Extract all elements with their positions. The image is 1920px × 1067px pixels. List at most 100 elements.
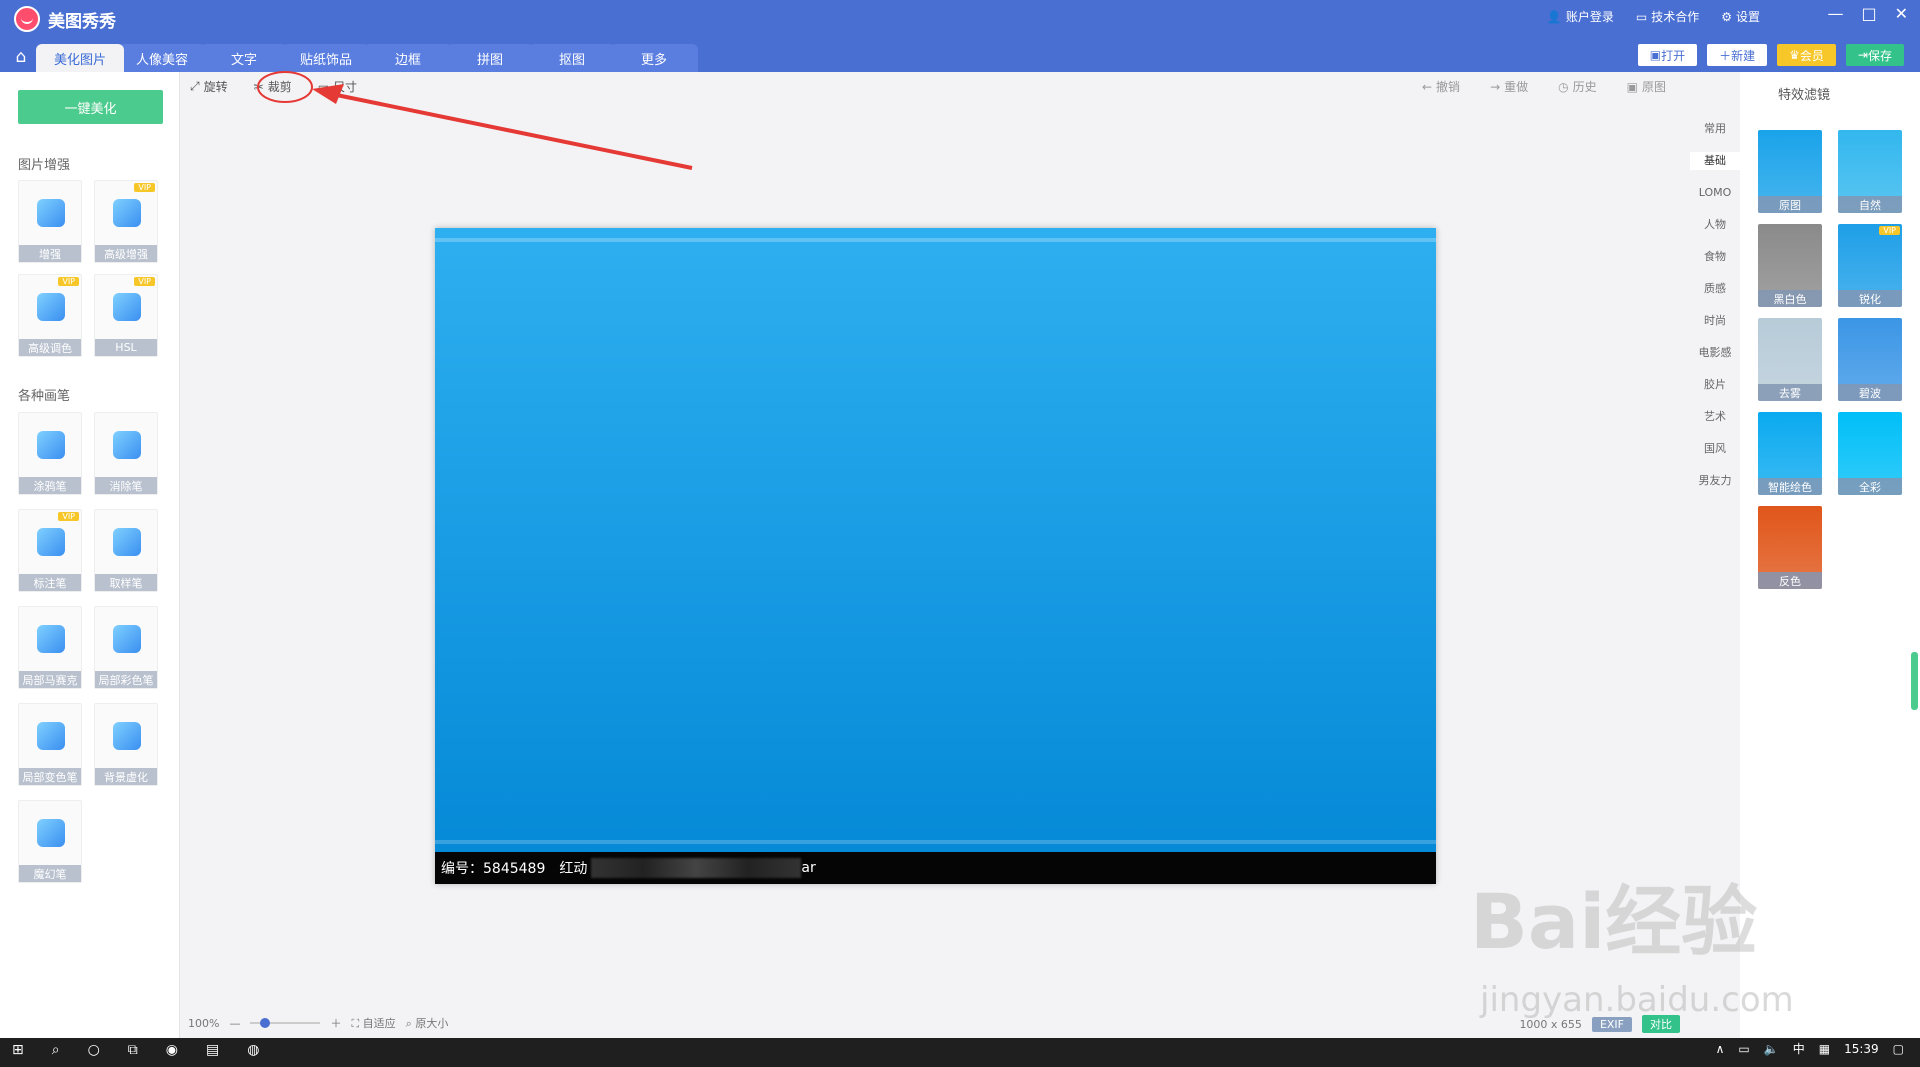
redo-button[interactable]: → 重做 <box>1490 78 1528 95</box>
tool-sparkle[interactable]: 高级增强 VIP <box>94 180 158 263</box>
palette-icon <box>37 293 65 321</box>
baidu-watermark-url: jingyan.baidu.com <box>1480 980 1794 1020</box>
open-button[interactable]: ▣ 打开 <box>1637 44 1698 66</box>
one-key-beautify-button[interactable]: 一键美化 <box>18 90 163 124</box>
tool-palette[interactable]: 高级调色 VIP <box>18 274 82 357</box>
tab-border[interactable]: 边框 <box>364 44 452 72</box>
tool-sampler[interactable]: 取样笔 <box>94 509 158 592</box>
rotate-button[interactable]: ⤢ 旋转 <box>190 78 228 95</box>
original-button[interactable]: ▣ 原图 <box>1627 78 1666 95</box>
tool-brush[interactable]: 涂鸦笔 <box>18 412 82 495</box>
tool-recolor-pen[interactable]: 局部变色笔 <box>18 703 82 786</box>
filter-tile[interactable]: 去雾 <box>1758 318 1822 401</box>
tool-blur[interactable]: 背景虚化 <box>94 703 158 786</box>
minimize-icon[interactable]: — <box>1827 4 1843 23</box>
filter-scrollbar[interactable] <box>1911 652 1918 710</box>
filter-tile[interactable]: 智能绘色 <box>1758 412 1822 495</box>
tab-portrait[interactable]: 人像美容 <box>118 44 206 72</box>
filter-category-item[interactable]: 时尚 <box>1690 312 1740 330</box>
search-icon[interactable]: ⌕ <box>52 1042 60 1058</box>
tool-eraser[interactable]: 消除笔 <box>94 412 158 495</box>
tab-cutout[interactable]: 抠图 <box>528 44 616 72</box>
new-button[interactable]: ＋ 新建 <box>1707 44 1768 66</box>
filter-category-item[interactable]: 电影感 <box>1690 344 1740 362</box>
filter-tile[interactable]: 碧波 <box>1838 318 1902 401</box>
brush-icon <box>37 431 65 459</box>
tab-beautify[interactable]: 美化图片 <box>36 44 124 72</box>
resize-button[interactable]: ▭ 尺寸 <box>318 78 357 95</box>
magnifier-icon: ⌕ <box>405 1017 416 1030</box>
tab-collage[interactable]: 拼图 <box>446 44 534 72</box>
zoom-slider[interactable] <box>250 1018 321 1028</box>
filter-category-item[interactable]: 男友力 <box>1690 472 1740 490</box>
filter-category-item[interactable]: 常用 <box>1690 120 1740 138</box>
maximize-icon[interactable]: □ <box>1861 4 1876 23</box>
window-controls: — □ ✕ <box>1827 4 1908 23</box>
undo-button[interactable]: ← 撤销 <box>1422 78 1460 95</box>
zoom-in-icon[interactable]: ＋ <box>330 1015 341 1031</box>
filter-tile[interactable]: 自然 <box>1838 130 1902 213</box>
filter-category-item[interactable]: 质感 <box>1690 280 1740 298</box>
left-panel: 一键美化 图片增强 增强 高级增强 VIP 高级调色 VIP HSL VIP 各种画笔 涂鸦… <box>0 72 180 1038</box>
filter-category-item[interactable]: 基础 <box>1690 152 1740 170</box>
tool-sliders[interactable]: 增强 <box>18 180 82 263</box>
zoom-slider-handle[interactable] <box>260 1018 271 1028</box>
zoom-out-icon[interactable]: — <box>229 1017 240 1030</box>
tab-stickers[interactable]: 贴纸饰品 <box>282 44 370 72</box>
image-canvas[interactable]: 编号：5845489 红动 ar <box>435 228 1436 884</box>
cortana-icon[interactable]: ○ <box>88 1042 100 1058</box>
filter-category-item[interactable]: 艺术 <box>1690 408 1740 426</box>
new-label: 新建 <box>1731 48 1756 63</box>
notification-icon[interactable]: ▢ <box>1893 1042 1904 1056</box>
image-icon: ▣ <box>1626 79 1638 94</box>
actual-size-button[interactable]: ⌕ 原大小 <box>406 1015 449 1031</box>
tool-mosaic[interactable]: 局部马赛克 <box>18 606 82 689</box>
volume-icon[interactable]: 🔈 <box>1764 1042 1779 1056</box>
filter-label: 碧波 <box>1838 384 1902 401</box>
settings-link[interactable]: ⚙ 设置 <box>1721 8 1760 25</box>
tool-label: 高级增强 <box>95 245 157 262</box>
network-icon[interactable]: ▭ <box>1738 1042 1749 1056</box>
edit-toolbar: ⤢ 旋转 ✂ 裁剪 ▭ 尺寸 <box>190 78 357 95</box>
powerpoint-icon[interactable]: ▤ <box>206 1042 219 1058</box>
tray-chevron-icon[interactable]: ∧ <box>1716 1042 1725 1056</box>
fit-button[interactable]: ⛶ 自适应 <box>351 1015 395 1031</box>
filter-tile[interactable]: 锐化 VIP <box>1838 224 1902 307</box>
image-border-top <box>435 238 1436 242</box>
fit-icon: ⛶ <box>351 1017 363 1030</box>
main-tabs: ⌂ 美化图片 人像美容 文字 贴纸饰品 边框 拼图 抠图 更多 <box>0 42 698 72</box>
tech-cooperation-link[interactable]: ▭ 技术合作 <box>1636 8 1699 25</box>
task-view-icon[interactable]: ⧉ <box>128 1042 138 1058</box>
ime-indicator[interactable]: 中 <box>1793 1040 1805 1057</box>
vip-badge: VIP <box>58 277 79 286</box>
tab-text[interactable]: 文字 <box>200 44 288 72</box>
tool-color-brush[interactable]: 局部彩色笔 <box>94 606 158 689</box>
close-icon[interactable]: ✕ <box>1895 4 1908 23</box>
filter-category-item[interactable]: LOMO <box>1690 184 1740 202</box>
tool-pen[interactable]: 标注笔 VIP <box>18 509 82 592</box>
tool-hsl-sliders[interactable]: HSL VIP <box>94 274 158 357</box>
calendar-grid-icon[interactable]: ▦ <box>1819 1042 1830 1056</box>
filter-category-item[interactable]: 胶片 <box>1690 376 1740 394</box>
filter-tile[interactable]: 全彩 <box>1838 412 1902 495</box>
tool-label: 涂鸦笔 <box>19 477 81 494</box>
filter-tile[interactable]: 黑白色 <box>1758 224 1822 307</box>
filter-category-item[interactable]: 食物 <box>1690 248 1740 266</box>
crop-label: 裁剪 <box>267 80 292 94</box>
history-button[interactable]: ◷ 历史 <box>1558 78 1597 95</box>
filter-tile[interactable]: 原图 <box>1758 130 1822 213</box>
crop-button[interactable]: ✂ 裁剪 <box>254 78 292 95</box>
right-panel: 原图 自然 黑白色 锐化 VIP 去雾 碧波 智能绘色 全彩 反色 <box>1740 72 1920 1038</box>
tab-more[interactable]: 更多 <box>610 44 698 72</box>
filter-category-item[interactable]: 人物 <box>1690 216 1740 234</box>
filter-tile[interactable]: 反色 <box>1758 506 1822 589</box>
account-login-link[interactable]: 👤 账户登录 <box>1547 8 1614 25</box>
vip-button[interactable]: ♛ 会员 <box>1777 44 1836 66</box>
pen-icon <box>37 528 65 556</box>
tool-magic-pen[interactable]: 魔幻笔 <box>18 800 82 883</box>
browser-icon[interactable]: ◉ <box>166 1042 178 1058</box>
save-button[interactable]: ⇥ 保存 <box>1845 44 1904 66</box>
filter-category-item[interactable]: 国风 <box>1690 440 1740 458</box>
windows-start-icon[interactable]: ⊞ <box>12 1042 24 1058</box>
meitu-taskbar-icon[interactable]: ◍ <box>247 1042 259 1058</box>
